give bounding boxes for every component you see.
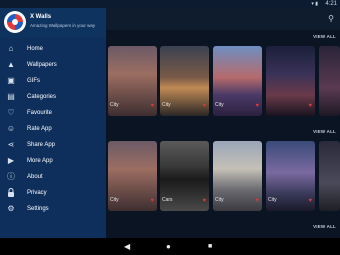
drawer-header: X Walls Amazing Wallpapers in your way [0,8,106,38]
menu-item-label: More App [27,158,53,164]
app-logo [4,11,26,33]
heart-icon[interactable]: ♥ [150,103,154,109]
wallpaper-feed[interactable]: VIEW ALL City ♥ City ♥ City ♥ ♥ VIEW ALL… [106,30,340,238]
menu-item-gifs[interactable]: ▣ GIFs [0,74,106,88]
menu-item-home[interactable]: ⌂ Home [0,42,106,56]
menu-item-label: Favourite [27,110,53,116]
card-category-label: City [268,197,277,203]
menu-item-label: GIFs [27,78,40,84]
card-category-label: City [215,197,224,203]
categories-icon: ▤ [7,92,15,101]
wallpaper-card[interactable] [319,141,340,211]
settings-icon: ⚙ [7,204,15,213]
view-all-link-1[interactable]: VIEW ALL [313,34,336,39]
menu-item-settings[interactable]: ⚙ Settings [0,202,106,216]
card-category-label: City [215,102,224,108]
menu-item-label: Settings [27,206,49,212]
heart-icon[interactable]: ♥ [150,198,154,204]
menu-item-label: Home [27,46,44,52]
heart-icon[interactable]: ♥ [255,103,259,109]
menu-item-wallpapers[interactable]: ▲ Wallpapers [0,58,106,72]
card-category-label: Cars [162,197,173,203]
menu-item-label: Share App [27,142,56,148]
status-time: 4:21 [325,1,337,7]
wallpaper-card[interactable]: City ♥ [160,46,209,116]
more-apps-icon: ▶ [7,156,15,165]
menu-item-label: Rate App [27,126,52,132]
wallpaper-card[interactable]: Cars ♥ [160,141,209,211]
menu-item-about[interactable]: ⓘ About [0,170,106,184]
menu-item-label: Privacy [27,190,47,196]
view-all-link-2[interactable]: VIEW ALL [313,129,336,134]
app-title: X Walls [30,14,52,20]
wallpaper-card[interactable]: City ♥ [108,46,157,116]
lock-icon [6,188,16,198]
menu-item-label: About [27,174,43,180]
share-icon: ⋖ [7,140,15,149]
wallpaper-card[interactable]: City ♥ [266,141,315,211]
heart-icon[interactable]: ♥ [308,198,312,204]
menu-item-categories[interactable]: ▤ Categories [0,90,106,104]
wallpaper-card[interactable]: City ♥ [213,46,262,116]
wallpaper-card[interactable]: ♥ [266,46,315,116]
card-category-label: City [162,102,171,108]
menu-item-rate-app[interactable]: ☺ Rate App [0,122,106,136]
home-nav-icon[interactable]: ● [166,242,171,251]
image-icon: ▲ [7,60,15,69]
favourite-icon: ♡ [7,108,15,117]
menu-item-label: Categories [27,94,57,100]
rate-icon: ☺ [6,124,16,133]
gif-icon: ▣ [7,76,15,85]
info-icon: ⓘ [7,172,15,181]
menu-item-label: Wallpapers [27,62,57,68]
heart-icon[interactable]: ♥ [308,103,312,109]
menu-item-privacy[interactable]: Privacy [0,186,106,200]
card-category-label: City [110,197,119,203]
card-category-label: City [110,102,119,108]
navigation-drawer[interactable]: X Walls Amazing Wallpapers in your way ⌂… [0,8,106,238]
menu-item-favourite[interactable]: ♡ Favourite [0,106,106,120]
menu-item-share-app[interactable]: ⋖ Share App [0,138,106,152]
view-all-link-3[interactable]: VIEW ALL [313,224,336,229]
app-subtitle: Amazing Wallpapers in your way [30,23,96,28]
menu-item-more-app[interactable]: ▶ More App [0,154,106,168]
search-icon[interactable]: ⚲ [328,14,334,23]
status-icons: ▾ ▮ [311,1,318,7]
heart-icon[interactable]: ♥ [202,103,206,109]
heart-icon[interactable]: ♥ [255,198,259,204]
home-icon: ⌂ [8,44,14,53]
recents-icon[interactable]: ■ [208,242,212,251]
heart-icon[interactable]: ♥ [202,198,206,204]
back-icon[interactable]: ◀ [124,242,130,251]
status-bar: ▾ ▮ 4:21 [0,0,340,8]
wallpaper-card[interactable] [319,46,340,116]
app-bar: ⚲ [106,8,340,30]
wallpaper-card[interactable]: City ♥ [213,141,262,211]
system-nav-bar: ◀ ● ■ [0,238,340,255]
wallpaper-card[interactable]: City ♥ [108,141,157,211]
